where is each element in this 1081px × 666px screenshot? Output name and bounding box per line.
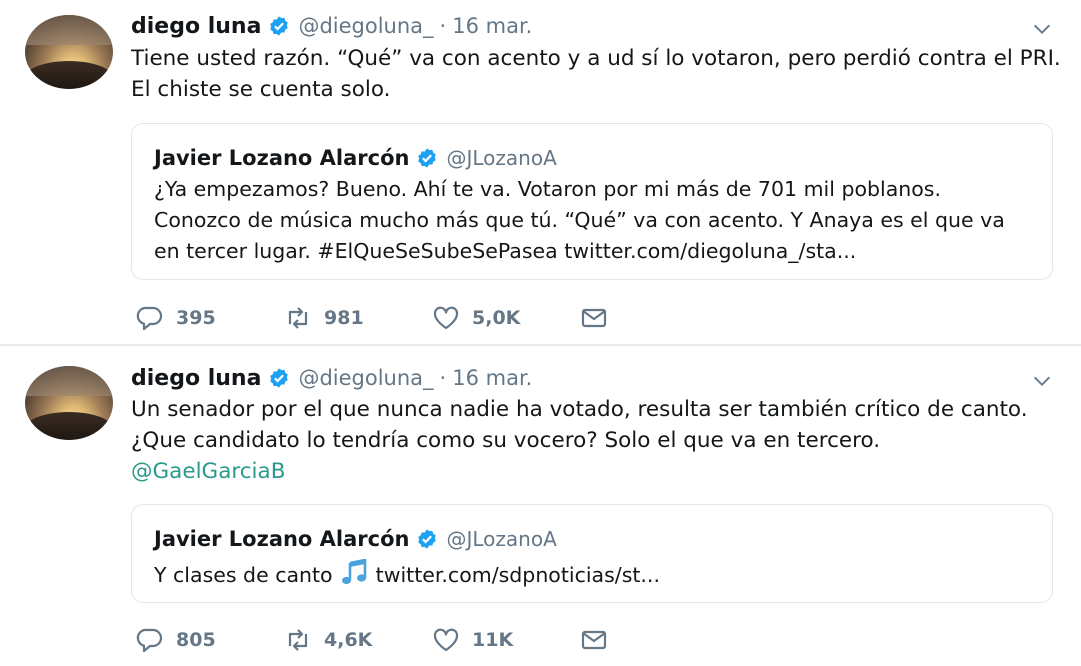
chevron-down-icon[interactable] <box>1031 370 1053 392</box>
reply-icon <box>136 628 163 653</box>
reply-button[interactable]: 395 <box>136 305 284 331</box>
retweet-icon <box>288 629 308 651</box>
avatar[interactable] <box>25 15 113 89</box>
author-name[interactable]: diego luna <box>131 14 261 39</box>
heart-icon <box>433 628 459 652</box>
quoted-author-handle: @JLozanoA <box>446 146 557 170</box>
quoted-author-name: Javier Lozano Alarcón <box>154 146 410 170</box>
envelope-icon <box>581 630 607 650</box>
tweet-actions: 395 981 5,0K <box>136 303 608 333</box>
avatar[interactable] <box>25 366 113 440</box>
direct-message-button[interactable] <box>580 305 608 331</box>
tweet-actions: 805 4,6K 11K <box>136 625 608 655</box>
direct-message-button[interactable] <box>580 627 608 653</box>
author-name[interactable]: diego luna <box>131 366 261 391</box>
tweet-date[interactable]: 16 mar. <box>452 366 532 390</box>
tweet-header: diego luna @diegoluna_ · 16 mar. <box>131 12 532 40</box>
like-button[interactable]: 5,0K <box>432 305 580 331</box>
retweet-button[interactable]: 981 <box>284 305 432 331</box>
quoted-tweet[interactable]: Javier Lozano Alarcón @JLozanoA Y clases… <box>131 504 1053 603</box>
quoted-author-name: Javier Lozano Alarcón <box>154 527 410 551</box>
tweet[interactable]: diego luna @diegoluna_ · 16 mar. Tiene u… <box>0 0 1081 344</box>
tweet-text: Un senador por el que nunca nadie ha vot… <box>131 394 1061 487</box>
quoted-tweet-header: Javier Lozano Alarcón @JLozanoA <box>154 527 557 551</box>
tweet-date[interactable]: 16 mar. <box>452 14 532 38</box>
reply-count: 805 <box>176 629 216 651</box>
separator-dot: · <box>439 14 447 38</box>
verified-badge-icon <box>418 529 437 549</box>
like-button[interactable]: 11K <box>432 627 580 653</box>
quoted-text-link: twitter.com/sdpnoticias/st... <box>375 563 660 587</box>
retweet-count: 981 <box>324 307 364 329</box>
quoted-tweet-text: Y clases de canto twitter.com/sdpnoticia… <box>154 559 1034 591</box>
tweet-text-body: Un senador por el que nunca nadie ha vot… <box>131 397 1028 453</box>
quoted-tweet[interactable]: Javier Lozano Alarcón @JLozanoA ¿Ya empe… <box>131 123 1053 280</box>
separator-dot: · <box>439 366 447 390</box>
quoted-author-handle: @JLozanoA <box>446 527 557 551</box>
mention-link[interactable]: @GaelGarciaB <box>131 459 285 484</box>
like-count: 11K <box>472 629 514 651</box>
author-handle[interactable]: @diegoluna_ <box>298 366 433 390</box>
reply-count: 395 <box>176 307 216 329</box>
retweet-count: 4,6K <box>324 629 373 651</box>
reply-icon <box>136 306 163 331</box>
quoted-text-before: Y clases de canto <box>154 563 333 587</box>
author-handle[interactable]: @diegoluna_ <box>298 14 433 38</box>
reply-button[interactable]: 805 <box>136 627 284 653</box>
tweet[interactable]: diego luna @diegoluna_ · 16 mar. Un sena… <box>0 346 1081 666</box>
like-count: 5,0K <box>472 307 521 329</box>
tweet-text: Tiene usted razón. “Qué” va con acento y… <box>131 46 1061 102</box>
retweet-icon <box>288 307 308 329</box>
quoted-tweet-text: ¿Ya empezamos? Bueno. Ahí te va. Votaron… <box>154 177 1005 263</box>
quoted-tweet-header: Javier Lozano Alarcón @JLozanoA <box>154 146 557 170</box>
envelope-icon <box>581 308 607 328</box>
heart-icon <box>433 306 459 330</box>
tweet-header: diego luna @diegoluna_ · 16 mar. <box>131 364 532 392</box>
verified-badge-icon <box>418 148 437 168</box>
retweet-button[interactable]: 4,6K <box>284 627 432 653</box>
chevron-down-icon[interactable] <box>1031 18 1053 40</box>
music-note-icon <box>342 559 367 585</box>
verified-badge-icon <box>270 368 289 388</box>
verified-badge-icon <box>270 16 289 36</box>
